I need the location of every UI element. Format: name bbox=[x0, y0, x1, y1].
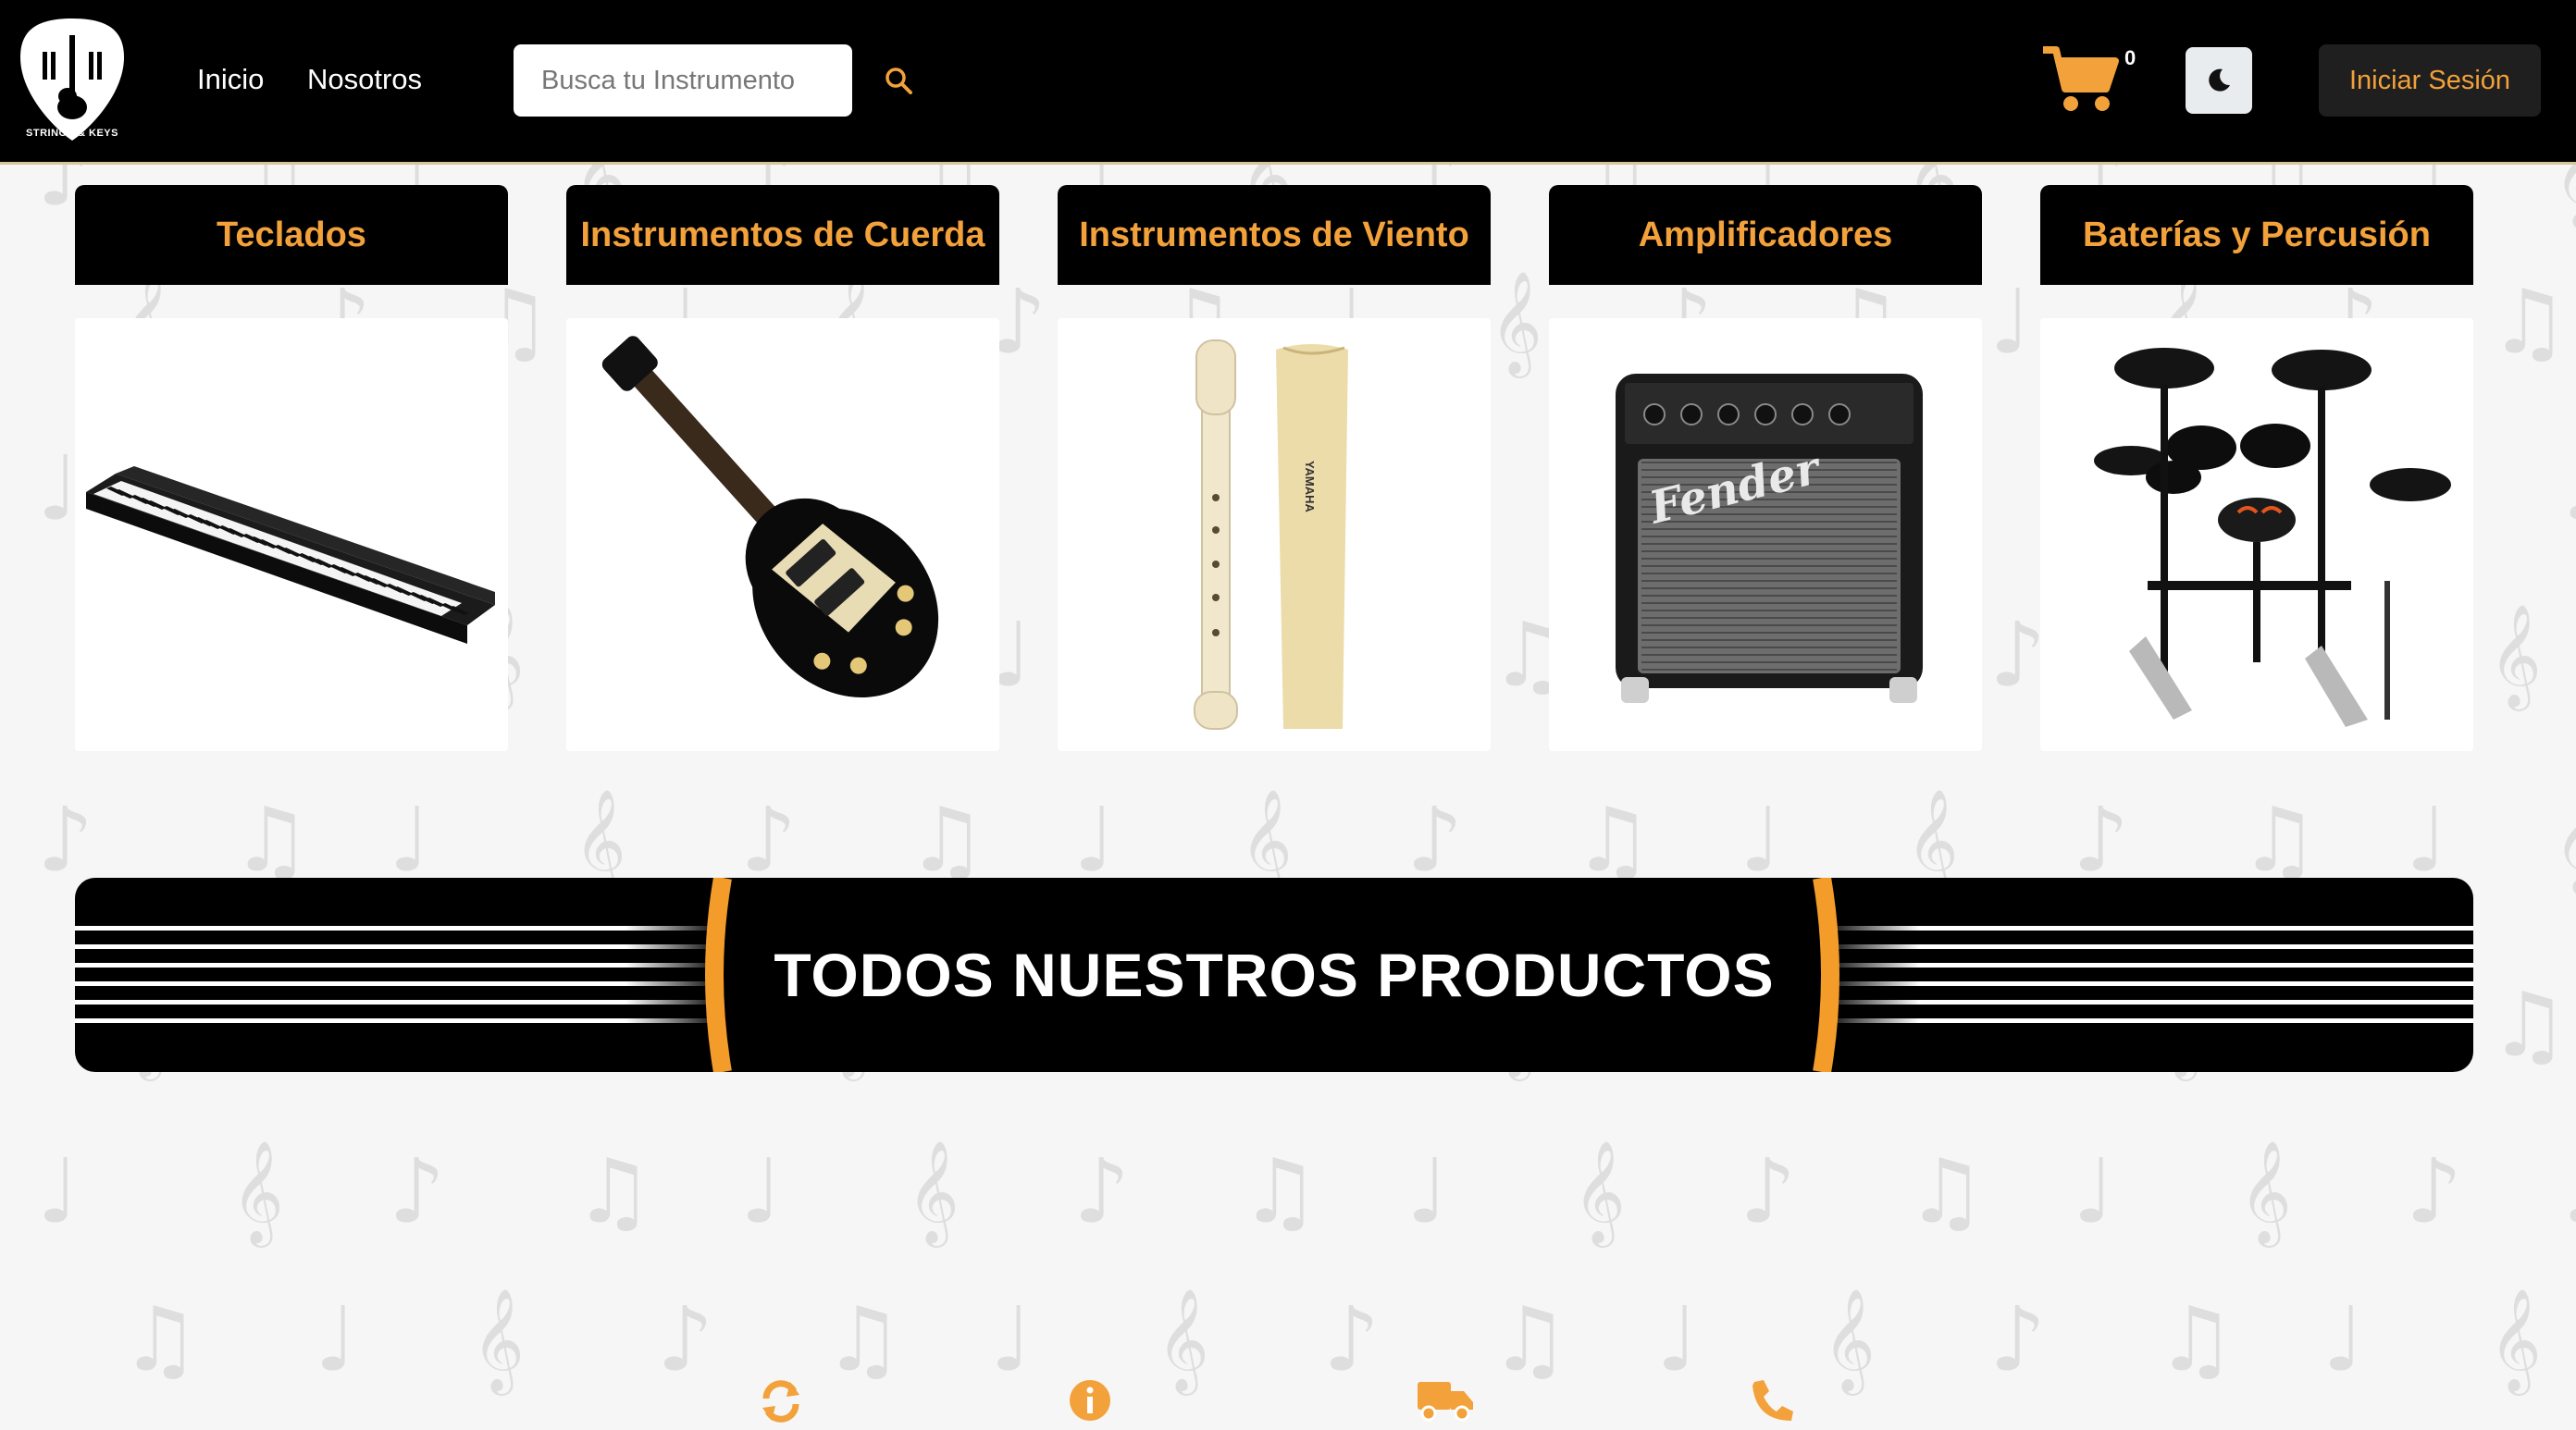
category-title: Amplificadores bbox=[1549, 185, 1982, 285]
truck-icon[interactable] bbox=[1416, 1376, 1475, 1424]
top-navbar: STRINGS & KEYS Inicio Nosotros 0 Iniciar… bbox=[0, 0, 2576, 165]
background-note: ♩ bbox=[1406, 1140, 1449, 1243]
search-icon[interactable] bbox=[883, 65, 914, 96]
background-note: ♪ bbox=[1406, 788, 1464, 892]
background-note: ♪ bbox=[740, 788, 798, 892]
background-note: ♩ bbox=[37, 437, 80, 540]
background-note: 𝄞 bbox=[2554, 795, 2576, 884]
refresh-icon[interactable] bbox=[757, 1376, 805, 1424]
category-card-amplificadores[interactable]: Amplificadores Fender bbox=[1549, 185, 1982, 751]
background-note: ♩ bbox=[2322, 1288, 2365, 1391]
phone-icon[interactable] bbox=[1747, 1376, 1795, 1424]
background-note: ♩ bbox=[1073, 788, 1116, 892]
background-note: ♪ bbox=[1073, 1140, 1131, 1243]
electronic-drum-kit-image bbox=[2094, 348, 2451, 727]
keyboard-piano-image bbox=[86, 466, 495, 644]
background-note: ♫ bbox=[2554, 444, 2576, 533]
search-input[interactable] bbox=[514, 44, 852, 117]
background-note: ♫ bbox=[120, 1288, 201, 1391]
background-note: ♫ bbox=[907, 788, 987, 892]
banner-title: TODOS NUESTROS PRODUCTOS bbox=[774, 941, 1775, 1009]
login-button[interactable]: Iniciar Sesión bbox=[2319, 44, 2541, 117]
background-note: ♩ bbox=[990, 1288, 1033, 1391]
background-note: 𝄞 bbox=[231, 1140, 284, 1243]
background-note: ♫ bbox=[2489, 270, 2570, 374]
moon-icon bbox=[2209, 68, 2230, 92]
background-note: ♫ bbox=[2489, 973, 2570, 1077]
background-note: ♪ bbox=[1989, 1288, 2047, 1391]
background-note: ♩ bbox=[37, 1140, 80, 1243]
background-note: 𝄞 bbox=[1157, 1288, 1209, 1391]
nav-link-inicio[interactable]: Inicio bbox=[197, 63, 264, 96]
background-note: 𝄞 bbox=[574, 788, 626, 892]
category-title: Instrumentos de Cuerda bbox=[566, 185, 999, 285]
background-note: 𝄞 bbox=[2489, 603, 2542, 707]
background-note: ♪ bbox=[1323, 1288, 1381, 1391]
category-title: Baterías y Percusión bbox=[2040, 185, 2473, 285]
cart-count-badge: 0 bbox=[2124, 46, 2136, 69]
background-note: ♪ bbox=[1740, 1140, 1797, 1243]
dark-mode-toggle[interactable] bbox=[2186, 47, 2252, 114]
background-note: ♪ bbox=[2073, 788, 2130, 892]
background-note: ♫ bbox=[1906, 1140, 1987, 1243]
info-icon[interactable] bbox=[1066, 1376, 1114, 1424]
background-note: ♫ bbox=[231, 788, 312, 892]
background-note: 𝄞 bbox=[1490, 270, 1542, 374]
background-note: ♩ bbox=[1656, 1288, 1699, 1391]
electric-guitar-image bbox=[601, 336, 939, 697]
background-note: 𝄞 bbox=[1240, 788, 1293, 892]
background-note: ♫ bbox=[1573, 788, 1653, 892]
category-image-guitar[interactable] bbox=[566, 318, 999, 751]
background-note: 𝄞 bbox=[1823, 1288, 1876, 1391]
category-title: Instrumentos de Viento bbox=[1058, 185, 1491, 285]
background-note: 𝄞 bbox=[472, 1288, 525, 1391]
background-note: 𝄞 bbox=[1906, 788, 1959, 892]
recorder-flute-image: YAMAHA bbox=[1194, 339, 1348, 730]
background-note: ♪ bbox=[37, 788, 94, 892]
background-note: ♫ bbox=[824, 1288, 904, 1391]
background-note: ♫ bbox=[574, 1140, 654, 1243]
cart-icon[interactable] bbox=[2041, 44, 2119, 115]
background-note: ♩ bbox=[2406, 788, 2448, 892]
all-products-banner[interactable]: TODOS NUESTROS PRODUCTOS bbox=[75, 878, 2473, 1072]
background-note: ♫ bbox=[2554, 1147, 2576, 1236]
category-card-teclados[interactable]: Teclados bbox=[75, 185, 508, 751]
guitar-amplifier-image: Fender bbox=[1616, 374, 1923, 703]
background-note: ♩ bbox=[389, 788, 431, 892]
background-note: ♩ bbox=[2073, 1140, 2115, 1243]
background-note: ♪ bbox=[657, 1288, 714, 1391]
nav-link-nosotros[interactable]: Nosotros bbox=[307, 63, 422, 96]
background-note: 𝄞 bbox=[907, 1140, 960, 1243]
background-note: 𝄞 bbox=[2239, 1140, 2292, 1243]
background-note: ♩ bbox=[1740, 788, 1782, 892]
background-note: ♩ bbox=[1989, 270, 2032, 374]
background-note: ♫ bbox=[2239, 788, 2320, 892]
footer-icon-row bbox=[0, 1376, 2576, 1430]
category-card-baterias[interactable]: Baterías y Percusión bbox=[2040, 185, 2473, 751]
background-note: ♪ bbox=[2406, 1140, 2463, 1243]
background-note: ♩ bbox=[315, 1288, 357, 1391]
category-image-recorder[interactable]: YAMAHA bbox=[1058, 318, 1491, 751]
background-note: ♪ bbox=[1989, 603, 2047, 707]
category-image-amplifier[interactable]: Fender bbox=[1549, 318, 1982, 751]
background-note: 𝄞 bbox=[1573, 1140, 1626, 1243]
category-card-cuerda[interactable]: Instrumentos de Cuerda bbox=[566, 185, 999, 751]
category-title: Teclados bbox=[75, 185, 508, 285]
category-image-keyboard[interactable] bbox=[75, 318, 508, 751]
background-note: ♫ bbox=[1240, 1140, 1320, 1243]
recorder-brand-text: YAMAHA bbox=[1303, 461, 1317, 512]
guitar-pick-logo[interactable] bbox=[17, 15, 128, 144]
background-note: ♪ bbox=[389, 1140, 446, 1243]
background-note: ♫ bbox=[2156, 1288, 2236, 1391]
logo-text: STRINGS & KEYS bbox=[26, 128, 118, 139]
background-note: ♩ bbox=[740, 1140, 783, 1243]
category-image-drums[interactable] bbox=[2040, 318, 2473, 751]
background-note: 𝄞 bbox=[2489, 1288, 2542, 1391]
category-card-viento[interactable]: Instrumentos de Viento YAMAHA bbox=[1058, 185, 1491, 751]
background-note: ♫ bbox=[1490, 1288, 1570, 1391]
